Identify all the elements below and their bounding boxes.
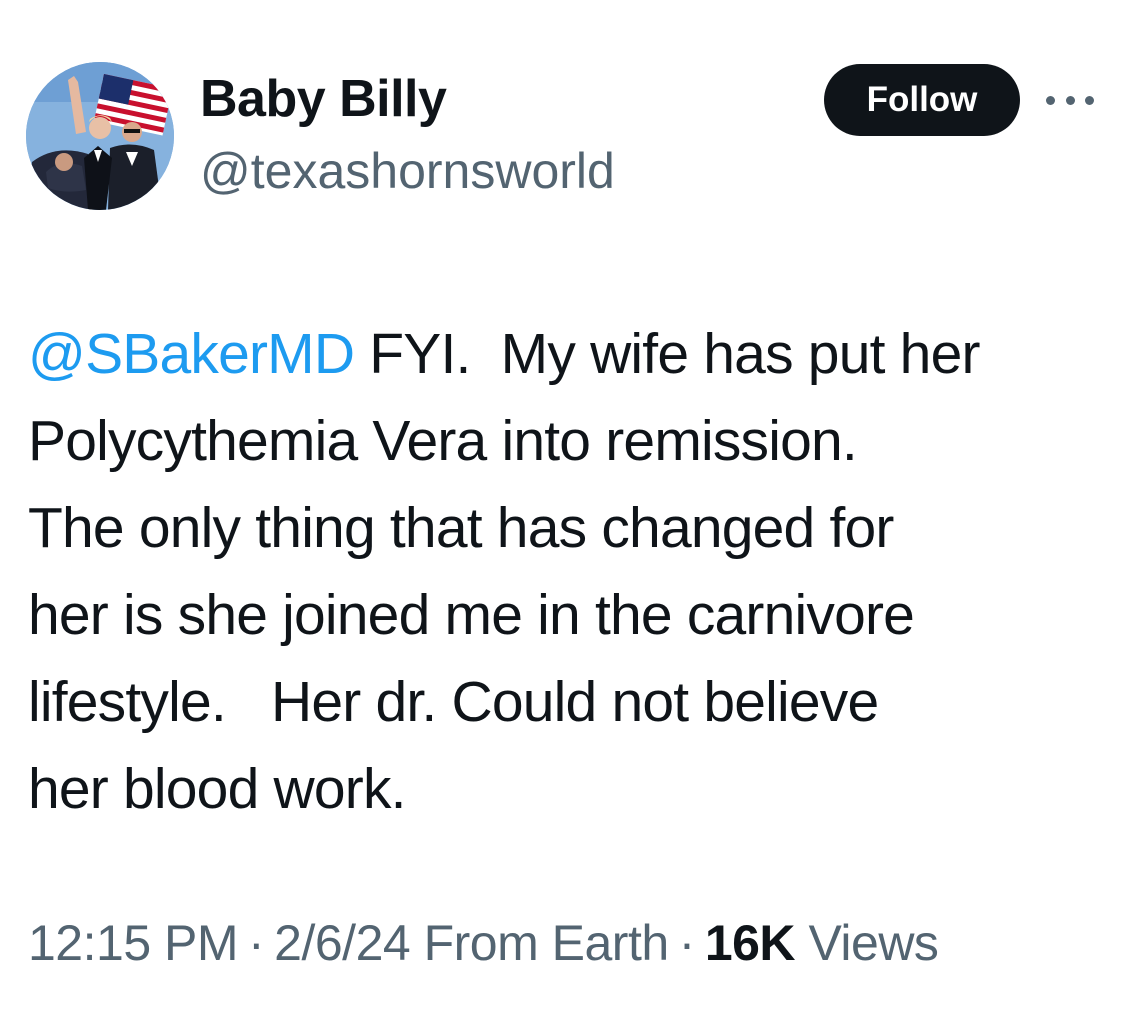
tweet-date[interactable]: 2/6/24 — [274, 915, 411, 971]
views-label: Views — [808, 915, 939, 971]
follow-button[interactable]: Follow — [824, 64, 1020, 136]
tweet-body: FYI. My wife has put her Polycythemia Ve… — [28, 322, 980, 821]
mention-link[interactable]: @SBakerMD — [28, 322, 355, 386]
tweet-text: @SBakerMD FYI. My wife has put her Polyc… — [28, 311, 1108, 833]
more-options-icon[interactable] — [1044, 82, 1096, 118]
author-avatar[interactable] — [26, 62, 174, 210]
more-dot — [1046, 95, 1055, 105]
avatar-photo — [26, 62, 174, 210]
views-count: 16K — [704, 915, 796, 971]
tweet-time[interactable]: 12:15 PM — [28, 915, 239, 971]
author-handle[interactable]: @texashornsworld — [200, 143, 615, 201]
more-dot — [1065, 95, 1075, 105]
more-dot — [1085, 95, 1094, 105]
tweet-meta: 12:15 PM · 2/6/24 From Earth · 16K Views — [28, 915, 939, 973]
meta-separator: · — [248, 915, 265, 971]
tweet-source: From Earth — [423, 915, 670, 971]
author-display-name[interactable]: Baby Billy — [200, 70, 447, 130]
meta-separator: · — [678, 915, 696, 971]
